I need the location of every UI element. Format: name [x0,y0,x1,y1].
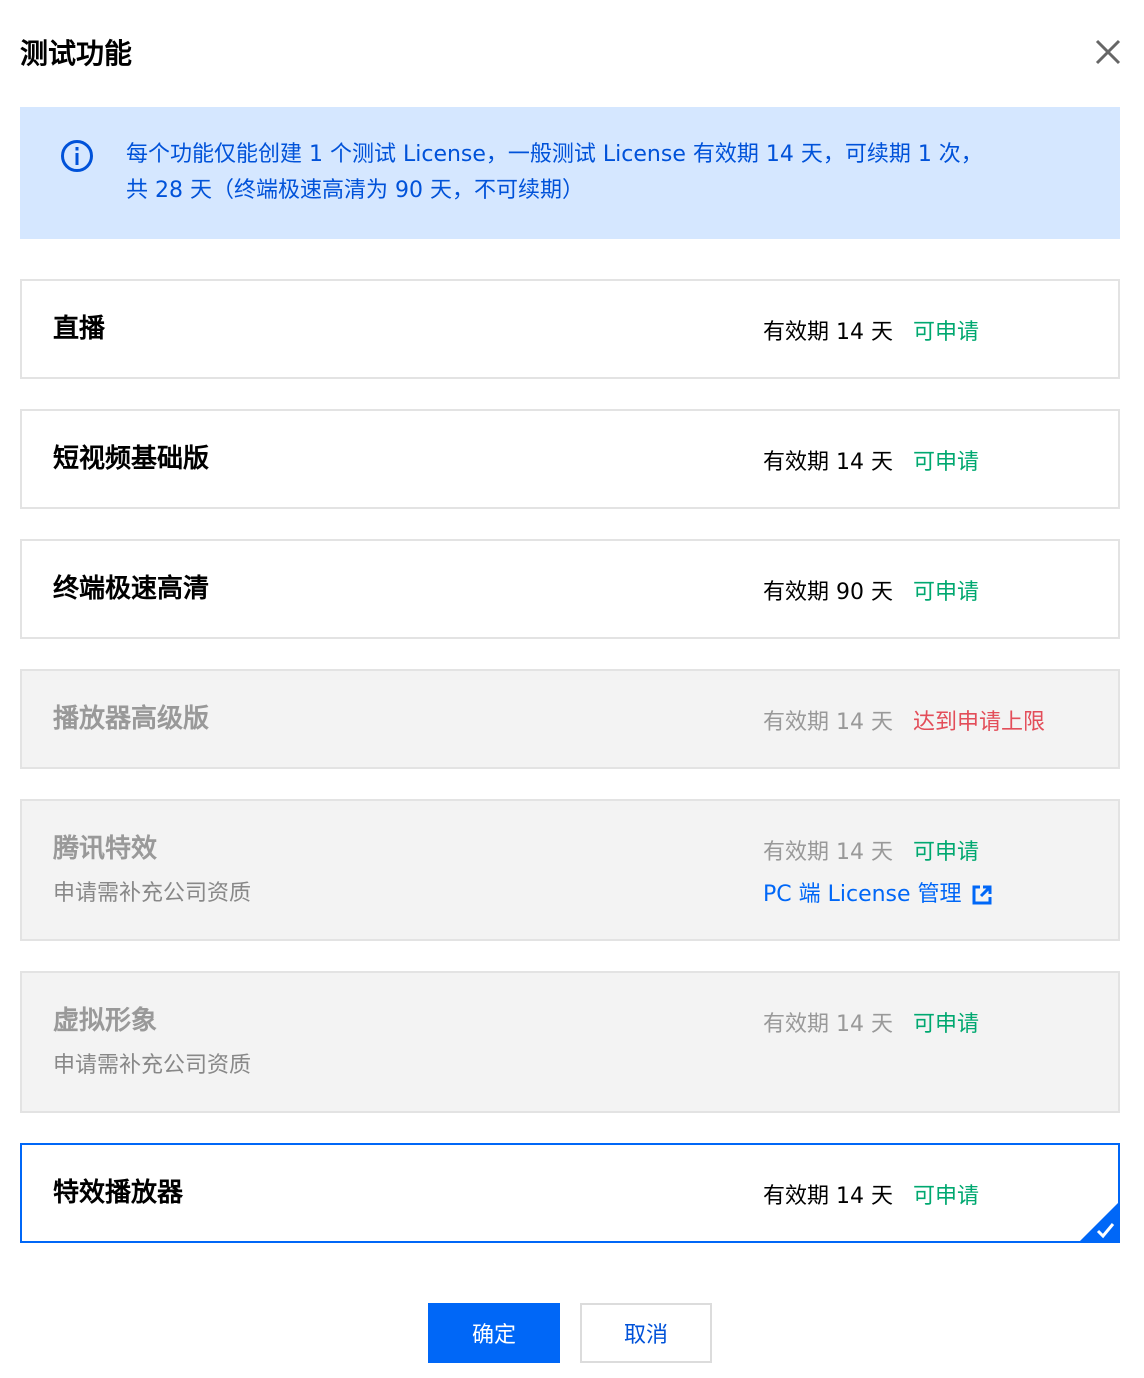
feature-name: 短视频基础版 [53,444,210,474]
status-text: 可申请 [912,1012,979,1037]
feature-meta: 有效期 14 天 达到申请上限 [763,707,1045,739]
feature-meta: 有效期 14 天 可申请 [763,447,979,479]
close-button[interactable] [1090,34,1126,70]
notice-line-2: 共 28 天（终端极速高清为 90 天，不可续期） [126,178,584,203]
notice-text: 每个功能仅能创建 1 个测试 License，一般测试 License 有效期 … [126,137,1086,209]
feature-name: 终端极速高清 [53,574,210,604]
pc-license-link[interactable]: PC 端 License 管理 [763,879,992,911]
feature-name: 腾讯特效 [53,834,158,864]
validity-text: 有效期 14 天 [763,320,893,345]
status-text: 可申请 [912,580,979,605]
validity-text: 有效期 14 天 [763,1184,893,1209]
dialog-title: 测试功能 [20,37,133,70]
feature-name: 特效播放器 [53,1178,184,1208]
validity-text: 有效期 14 天 [763,710,893,735]
validity-text: 有效期 14 天 [763,450,893,475]
feature-meta: 有效期 90 天 可申请 [763,577,979,609]
feature-meta: 有效期 14 天 可申请 [763,1181,979,1213]
status-text: 可申请 [912,840,979,865]
feature-card-virtual-avatar: 虚拟形象 申请需补充公司资质 有效期 14 天 可申请 [20,971,1120,1113]
validity-text: 有效期 14 天 [763,840,893,865]
notice-line-1: 每个功能仅能创建 1 个测试 License，一般测试 License 有效期 … [126,142,983,167]
status-text: 可申请 [912,450,979,475]
info-icon [61,140,93,172]
notice-banner: 每个功能仅能创建 1 个测试 License，一般测试 License 有效期 … [20,107,1120,239]
validity-text: 有效期 90 天 [763,580,893,605]
feature-meta: 有效期 14 天 可申请 [763,837,979,869]
feature-name: 虚拟形象 [53,1006,158,1036]
pc-license-link-label: PC 端 License 管理 [763,882,962,907]
status-text: 达到申请上限 [912,710,1045,735]
feature-name: 播放器高级版 [53,704,210,734]
selected-check-icon [1080,1203,1118,1241]
validity-text: 有效期 14 天 [763,1012,893,1037]
feature-meta: 有效期 14 天 可申请 [763,1009,979,1041]
confirm-button[interactable]: 确定 [428,1303,560,1363]
feature-name: 直播 [53,314,106,344]
feature-subtitle: 申请需补充公司资质 [53,881,252,906]
cancel-button[interactable]: 取消 [580,1303,712,1363]
feature-subtitle: 申请需补充公司资质 [53,1053,252,1078]
close-icon [1095,39,1121,65]
status-text: 可申请 [912,1184,979,1209]
feature-meta: 有效期 14 天 可申请 [763,317,979,349]
feature-card-player-advanced: 播放器高级版 有效期 14 天 达到申请上限 [20,669,1120,769]
feature-card-short-video-basic[interactable]: 短视频基础版 有效期 14 天 可申请 [20,409,1120,509]
feature-card-effects-player[interactable]: 特效播放器 有效期 14 天 可申请 [20,1143,1120,1243]
feature-card-tencent-effects: 腾讯特效 申请需补充公司资质 有效期 14 天 可申请 PC 端 License… [20,799,1120,941]
feature-card-terminal-hd[interactable]: 终端极速高清 有效期 90 天 可申请 [20,539,1120,639]
status-text: 可申请 [912,320,979,345]
feature-card-live[interactable]: 直播 有效期 14 天 可申请 [20,279,1120,379]
external-link-icon [972,885,992,905]
